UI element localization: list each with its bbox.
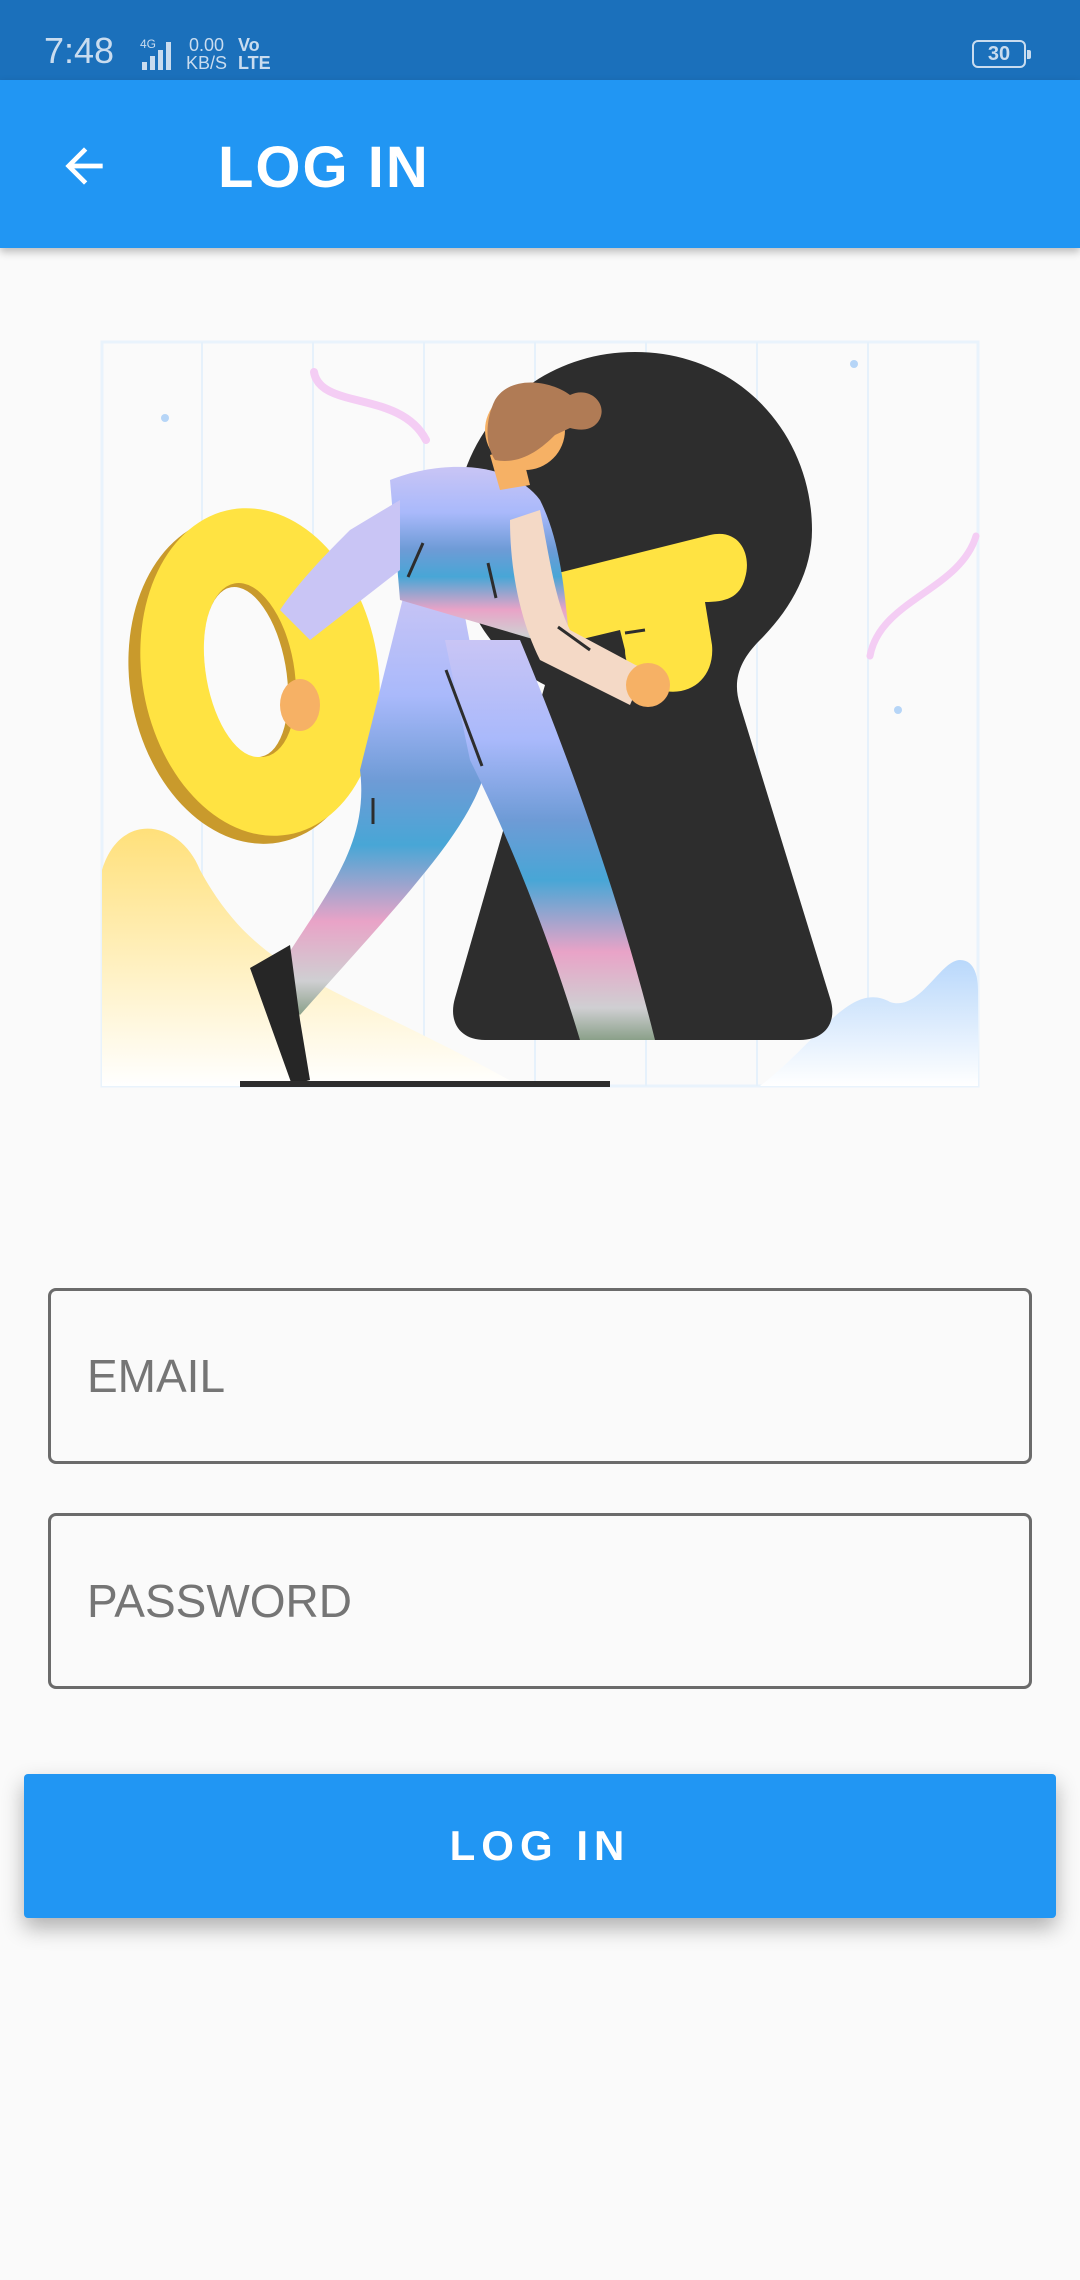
login-illustration	[100, 340, 980, 1088]
battery-level: 30	[987, 43, 1011, 65]
volte-indicator: Vo LTE	[238, 36, 271, 72]
status-time: 7:48	[44, 30, 115, 71]
volte-top: Vo	[238, 35, 260, 55]
back-button[interactable]	[42, 124, 126, 208]
password-field[interactable]	[48, 1513, 1032, 1689]
status-bar: 7:48 4G 0.00 KB/S Vo LTE 30	[0, 0, 1080, 80]
app-bar: LOG IN	[0, 80, 1080, 248]
signal-icon: 4G	[124, 37, 180, 75]
email-input[interactable]	[51, 1291, 1029, 1461]
network-type: 4G	[140, 38, 156, 51]
network-speed: 0.00 KB/S	[186, 36, 227, 72]
login-button[interactable]: LOG IN	[24, 1774, 1056, 1918]
network-speed-unit: KB/S	[186, 53, 228, 73]
network-speed-value: 0.00	[188, 35, 225, 55]
email-field[interactable]	[48, 1288, 1032, 1464]
password-input[interactable]	[51, 1516, 1029, 1686]
arrow-left-icon	[65, 147, 103, 185]
battery-icon: 30	[972, 40, 1031, 68]
page-title: LOG IN	[218, 135, 430, 200]
volte-bottom: LTE	[238, 53, 271, 73]
